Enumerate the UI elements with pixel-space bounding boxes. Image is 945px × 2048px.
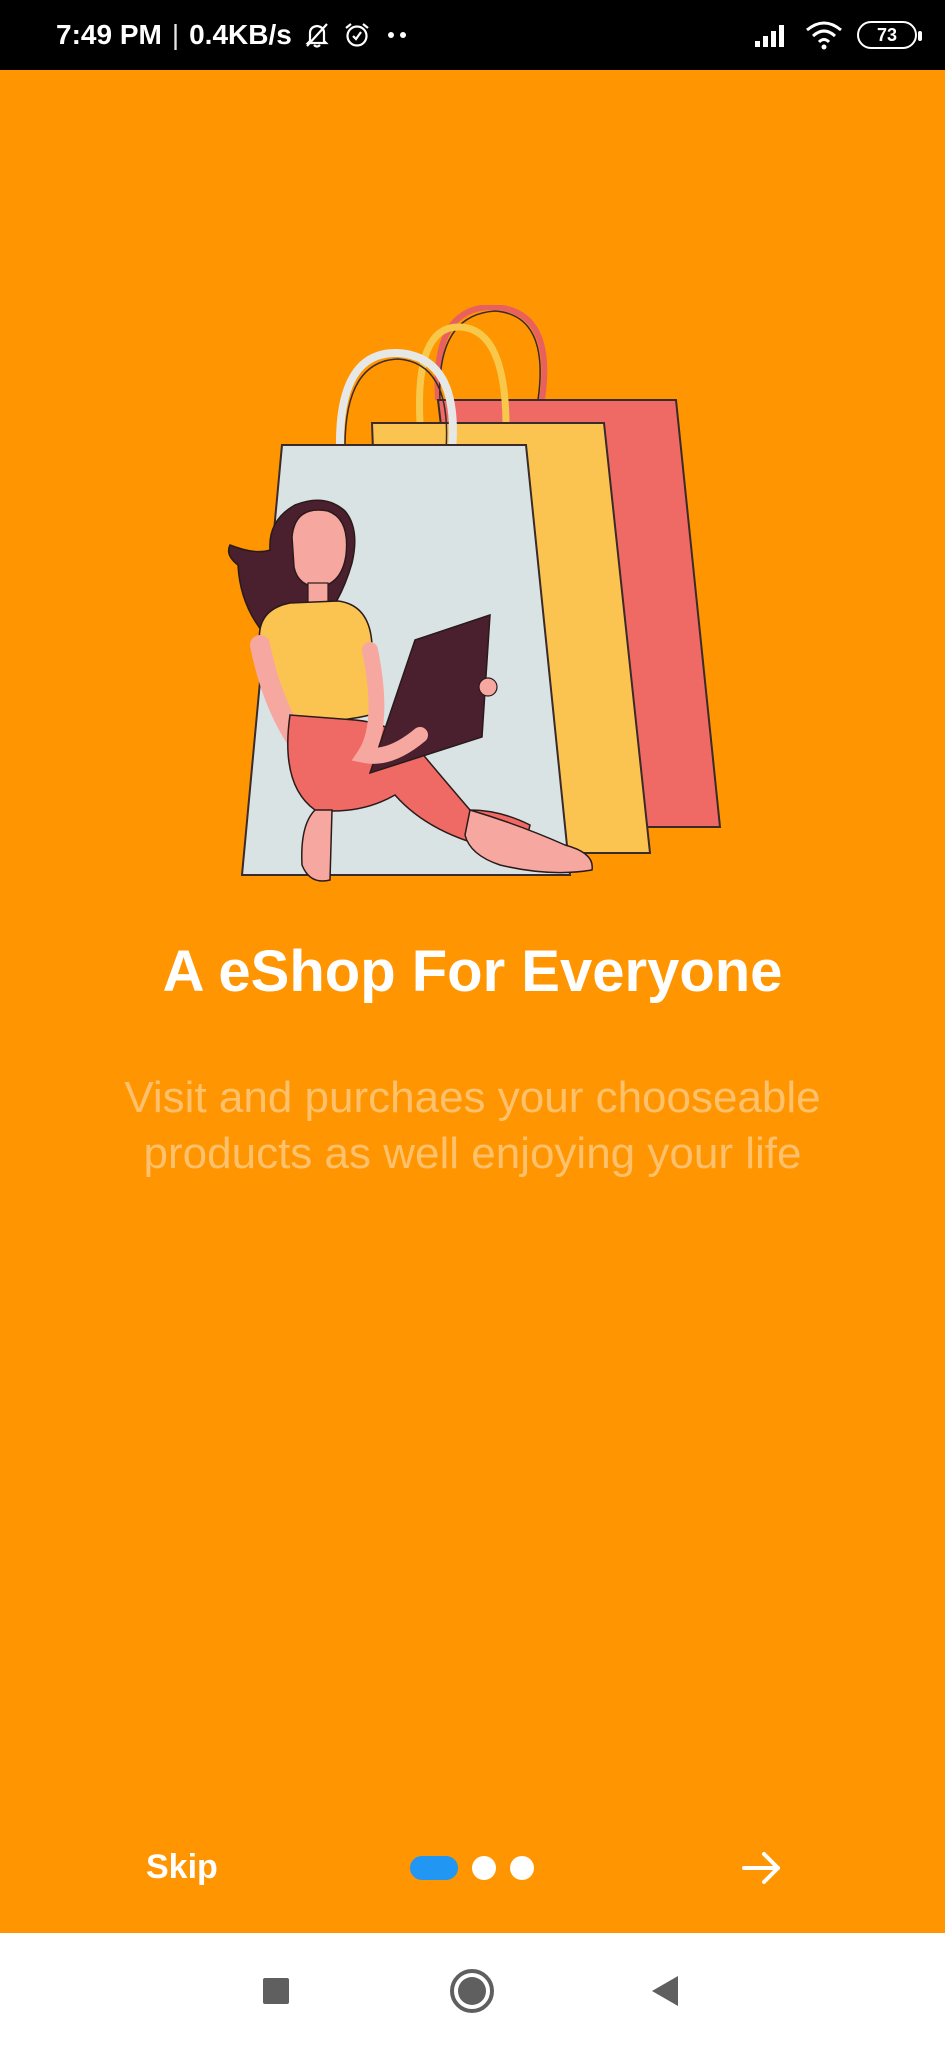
bell-muted-icon — [305, 23, 329, 48]
onboarding-title: A eShop For Everyone — [162, 939, 783, 1004]
status-network-speed: 0.4KB/s — [189, 19, 292, 50]
shopping-illustration — [227, 305, 722, 882]
battery-indicator: 73 — [857, 21, 922, 49]
more-notifications-icon — [387, 32, 406, 38]
onboarding-footer: Skip — [0, 1830, 945, 1910]
recent-apps-icon[interactable] — [250, 1965, 302, 2017]
skip-button[interactable]: Skip — [146, 1848, 218, 1887]
status-separator: | — [171, 19, 180, 50]
home-circle-icon[interactable] — [446, 1965, 498, 2017]
page-dot-3[interactable] — [510, 1856, 534, 1880]
page-dot-1[interactable] — [410, 1856, 458, 1880]
system-nav-bar — [0, 1933, 945, 2048]
page-dot-2[interactable] — [472, 1856, 496, 1880]
battery-level: 73 — [876, 24, 898, 45]
status-time: 7:49 PM — [56, 19, 162, 50]
signal-icon — [755, 25, 784, 47]
status-right: 73 — [753, 20, 922, 50]
alarm-icon — [345, 23, 369, 47]
arrow-right-icon[interactable] — [738, 1844, 786, 1892]
status-left: 7:49 PM | 0.4KB/s — [56, 19, 412, 51]
wifi-icon — [806, 21, 842, 50]
onboarding-screen: A eShop For Everyone Visit and purchaes … — [0, 70, 945, 1933]
page-indicator — [410, 1856, 534, 1880]
onboarding-subtitle: Visit and purchaes your chooseable produ… — [124, 1073, 821, 1178]
status-bar: 7:49 PM | 0.4KB/s 73 — [0, 0, 945, 70]
back-triangle-icon[interactable] — [640, 1965, 692, 2017]
